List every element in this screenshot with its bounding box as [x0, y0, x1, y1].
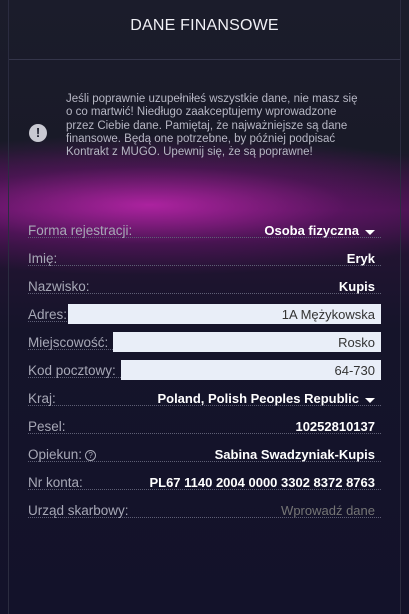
account-row: Nr konta: PL67 1140 2004 0000 3302 8372 …	[28, 472, 381, 492]
postal-code-row: Kod pocztowy:	[28, 360, 381, 380]
guardian-label: Opiekun:	[28, 447, 83, 462]
row-leader	[28, 265, 381, 266]
pesel-label: Pesel:	[28, 419, 66, 434]
city-input[interactable]	[113, 332, 381, 352]
pesel-row: Pesel: 10252810137	[28, 416, 381, 436]
last-name-label: Nazwisko:	[28, 279, 90, 294]
city-row: Miejscowość:	[28, 332, 381, 352]
question-circle-icon[interactable]: ?	[85, 450, 97, 461]
city-label: Miejscowość:	[28, 335, 109, 350]
guardian-value: Sabina Swadzyniak-Kupis	[214, 447, 375, 462]
first-name-value: Eryk	[346, 251, 375, 266]
postal-code-label: Kod pocztowy:	[28, 363, 116, 378]
registration-select[interactable]: Osoba fizyczna	[264, 223, 359, 238]
header-divider	[9, 59, 400, 60]
address-label: Adres:	[28, 307, 68, 322]
page-title: DANE FINANSOWE	[130, 17, 279, 34]
registration-row: Forma rejestracji: Osoba fizyczna	[28, 220, 381, 240]
guardian-label-group: Opiekun:?	[28, 447, 98, 462]
account-value: PL67 1140 2004 0000 3302 8372 8763	[149, 475, 375, 490]
postal-code-input[interactable]	[121, 360, 381, 380]
notice-text: Jeśli poprawnie uzupełniłeś wszystkie da…	[66, 93, 358, 159]
last-name-value: Kupis	[338, 279, 375, 294]
exclamation-icon: !	[29, 124, 47, 142]
first-name-row: Imię: Eryk	[28, 248, 381, 268]
guardian-row: Opiekun:? Sabina Swadzyniak-Kupis	[28, 444, 381, 464]
account-label: Nr konta:	[28, 475, 83, 490]
tax-office-label: Urząd skarbowy:	[28, 503, 129, 518]
last-name-row: Nazwisko: Kupis	[28, 276, 381, 296]
country-select[interactable]: Poland, Polish Peoples Republic	[157, 391, 359, 406]
country-row: Kraj: Poland, Polish Peoples Republic	[28, 388, 381, 408]
tax-office-input[interactable]	[181, 500, 381, 520]
tax-office-row: Urząd skarbowy:	[28, 500, 381, 520]
address-input[interactable]	[68, 304, 381, 324]
chevron-down-icon[interactable]	[365, 398, 375, 403]
registration-label: Forma rejestracji:	[28, 223, 133, 238]
address-row: Adres:	[28, 304, 381, 324]
first-name-label: Imię:	[28, 251, 58, 266]
country-label: Kraj:	[28, 391, 56, 406]
chevron-down-icon[interactable]	[365, 230, 375, 235]
pesel-value: 10252810137	[295, 419, 375, 434]
